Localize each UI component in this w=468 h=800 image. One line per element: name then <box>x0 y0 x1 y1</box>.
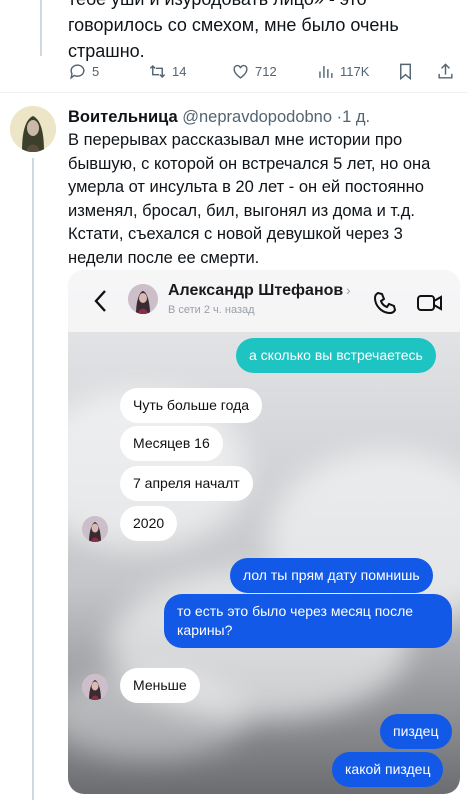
previous-tweet-line: тебе уши и изуродовать лицо» - это <box>68 0 458 12</box>
contact-chevron-icon: › <box>346 282 351 298</box>
contact-name[interactable]: Александр Штефанов <box>168 282 343 300</box>
message-outgoing: какой пиздец <box>332 752 444 787</box>
message-avatar <box>82 516 108 542</box>
share-button[interactable] <box>436 60 460 82</box>
views-icon <box>319 65 333 78</box>
retweet-count: 14 <box>172 63 187 79</box>
phone-icon <box>373 291 397 315</box>
message-outgoing: лол ты прям дату помнишь <box>230 558 433 593</box>
thread-line-previous <box>40 0 42 56</box>
author-name[interactable]: Воительница <box>68 108 178 126</box>
contact-avatar[interactable] <box>128 284 158 314</box>
previous-tweet-text: тебе уши и изуродовать лицо» - это говор… <box>68 0 458 64</box>
share-icon <box>438 62 453 79</box>
reply-count: 5 <box>92 63 100 79</box>
message-outgoing: пиздец <box>380 714 452 749</box>
previous-tweet-actions: 5 14 712 117K <box>68 60 460 82</box>
message-outgoing: а сколько вы встречаетесь <box>236 338 436 373</box>
retweet-icon <box>149 64 166 78</box>
reply-button[interactable]: 5 <box>68 60 99 82</box>
message-outgoing: то есть это было через месяц после карин… <box>164 594 452 648</box>
message-avatar <box>82 674 108 700</box>
retweet-button[interactable]: 14 <box>148 60 186 82</box>
message-incoming: 2020 <box>120 506 178 541</box>
author-handle[interactable]: @nepravdopodobno <box>182 108 332 126</box>
tweet-divider <box>0 92 468 93</box>
call-button[interactable] <box>372 290 398 316</box>
avatar[interactable] <box>10 106 56 152</box>
reply-icon <box>70 63 85 80</box>
contact-status: В сети 2 ч. назад <box>168 304 255 316</box>
chat-header: Александр Штефанов › В сети 2 ч. назад <box>68 270 460 332</box>
bookmark-button[interactable] <box>396 60 420 82</box>
video-call-button[interactable] <box>416 290 444 316</box>
thread-line <box>32 158 34 800</box>
tweet-header: Воительница @nepravdopodobno ·1 д. <box>68 106 370 128</box>
back-icon <box>94 290 106 312</box>
back-button[interactable] <box>90 288 112 314</box>
video-icon <box>417 295 442 311</box>
bookmark-icon <box>400 63 411 80</box>
message-incoming: Месяцев 16 <box>120 426 223 461</box>
tweet-text: В перерывах рассказывал мне истории про … <box>68 131 431 267</box>
previous-tweet-line: говорилось со смехом, мне было очень <box>68 15 399 35</box>
views-count: 117K <box>340 63 370 79</box>
message-incoming: 7 апреля началт <box>120 466 253 501</box>
like-button[interactable]: 712 <box>231 60 277 82</box>
message-incoming: Меньше <box>120 668 200 703</box>
message-incoming: Чуть больше года <box>120 388 263 423</box>
like-count: 712 <box>255 63 277 79</box>
tweet-time[interactable]: 1 д. <box>342 108 370 126</box>
views-button[interactable]: 117K <box>316 60 369 82</box>
attached-image[interactable]: Александр Штефанов › В сети 2 ч. назад а… <box>68 270 460 794</box>
like-icon <box>233 64 248 79</box>
